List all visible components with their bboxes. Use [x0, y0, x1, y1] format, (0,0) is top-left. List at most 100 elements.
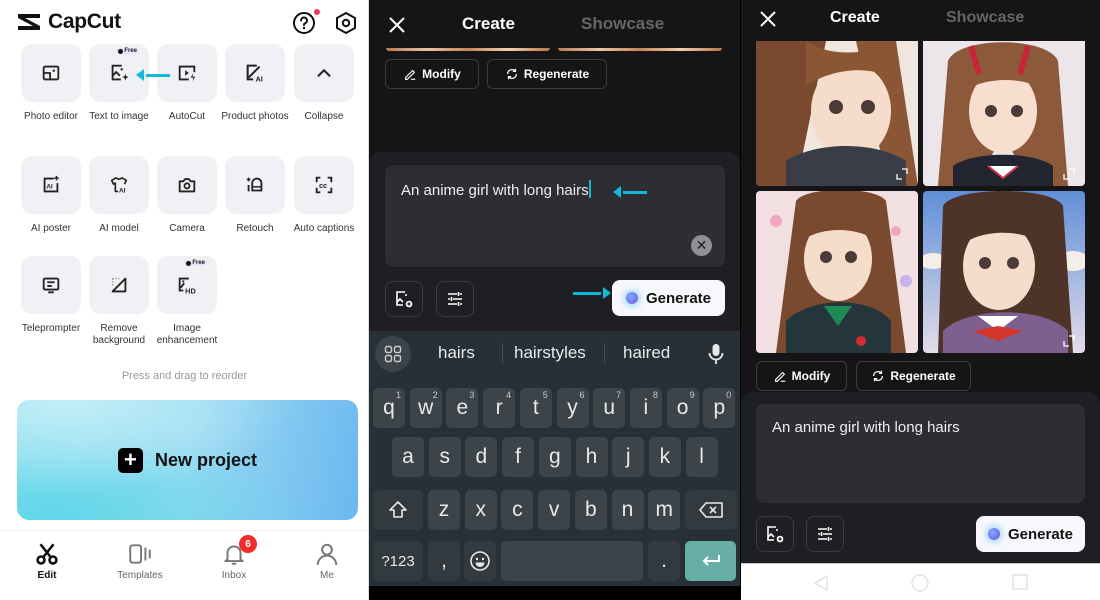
ai-orb-icon [625, 292, 638, 304]
expand-icon[interactable] [1063, 335, 1075, 347]
backspace-key[interactable] [685, 490, 737, 530]
emoji-key[interactable] [464, 541, 496, 581]
add-image-button[interactable] [385, 281, 423, 317]
key-o[interactable]: o9 [666, 388, 699, 428]
settings-icon[interactable] [334, 11, 358, 35]
space-key[interactable] [501, 541, 643, 581]
generated-image-1[interactable] [756, 41, 918, 186]
key-x[interactable]: x [464, 490, 497, 530]
key-h[interactable]: h [575, 437, 608, 477]
key-l[interactable]: l [685, 437, 718, 477]
suggestion-chip[interactable]: hairs [438, 343, 475, 363]
modify-button[interactable]: Modify [385, 59, 479, 89]
help-icon[interactable] [292, 9, 320, 35]
key-r[interactable]: r4 [483, 388, 516, 428]
recents-nav-icon[interactable] [1012, 574, 1028, 590]
generated-image-3[interactable] [756, 191, 918, 353]
close-icon[interactable] [758, 9, 778, 29]
annotation-arrow [136, 69, 170, 81]
scissors-icon [36, 543, 58, 565]
enter-key[interactable] [685, 541, 736, 581]
key-m[interactable]: m [648, 490, 681, 530]
modify-button[interactable]: Modify [756, 361, 847, 391]
tool-product-photos[interactable]: AI [225, 44, 285, 102]
tool-photo-editor[interactable] [21, 44, 81, 102]
regenerate-button[interactable]: Regenerate [487, 59, 607, 89]
generated-image-2[interactable] [923, 41, 1085, 186]
key-q[interactable]: q1 [373, 388, 405, 428]
key-number-hint: 8 [652, 390, 658, 400]
key-v[interactable]: v [538, 490, 571, 530]
key-k[interactable]: k [648, 437, 681, 477]
key-p[interactable]: p0 [703, 388, 736, 428]
microphone-icon[interactable] [706, 342, 726, 366]
key-j[interactable]: j [612, 437, 645, 477]
tab-create[interactable]: Create [462, 14, 515, 34]
teleprompter-icon [42, 277, 60, 294]
generate-button[interactable]: Generate [612, 280, 725, 316]
key-w[interactable]: w2 [409, 388, 442, 428]
tool-teleprompter[interactable] [21, 256, 81, 314]
key-a[interactable]: a [392, 437, 424, 477]
key-g[interactable]: g [538, 437, 571, 477]
period-key[interactable]: . [648, 541, 680, 581]
key-t[interactable]: t5 [519, 388, 552, 428]
add-image-button[interactable] [756, 516, 794, 552]
tab-edit[interactable]: Edit [7, 541, 87, 581]
tool-auto-captions[interactable]: cc [294, 156, 354, 214]
key-y[interactable]: y6 [556, 388, 589, 428]
key-i[interactable]: i8 [629, 388, 662, 428]
system-navigation-bar [741, 563, 1100, 600]
tool-autocut[interactable] [157, 44, 217, 102]
tool-ai-model[interactable]: AI [89, 156, 149, 214]
expand-icon[interactable] [896, 168, 908, 180]
home-nav-icon[interactable] [911, 574, 929, 592]
prompt-input[interactable]: An anime girl with long hairs [385, 165, 725, 267]
key-d[interactable]: d [465, 437, 498, 477]
tool-retouch[interactable] [225, 156, 285, 214]
key-e[interactable]: e3 [446, 388, 479, 428]
key-n[interactable]: n [611, 490, 644, 530]
tab-showcase[interactable]: Showcase [581, 14, 664, 34]
key-number-hint: 3 [469, 390, 475, 400]
tab-create[interactable]: Create [830, 9, 880, 27]
back-nav-icon[interactable] [813, 574, 829, 592]
comma-key[interactable]: , [428, 541, 460, 581]
tool-collapse[interactable] [294, 44, 354, 102]
suggestion-chip[interactable]: haired [623, 343, 670, 363]
tool-camera[interactable] [157, 156, 217, 214]
symbols-key[interactable]: ?123 [373, 541, 423, 581]
product-photos-icon: AI [246, 64, 263, 83]
plus-icon: + [117, 447, 143, 473]
settings-sliders-button[interactable] [806, 516, 844, 552]
expand-icon[interactable] [1063, 168, 1075, 180]
key-number-hint: 2 [432, 390, 438, 400]
generated-image-4[interactable] [923, 191, 1085, 353]
tab-templates[interactable]: Templates [100, 541, 180, 581]
tool-ai-poster[interactable]: AI [21, 156, 81, 214]
tab-label: Edit [37, 570, 57, 581]
key-z[interactable]: z [428, 490, 460, 530]
suggestion-chip[interactable]: hairstyles [514, 343, 586, 363]
new-project-button[interactable]: + New project [17, 400, 358, 520]
clear-input-icon[interactable]: ✕ [691, 235, 712, 256]
tab-inbox[interactable]: 6 Inbox [194, 535, 274, 581]
key-u[interactable]: u7 [593, 388, 626, 428]
key-b[interactable]: b [574, 490, 607, 530]
key-f[interactable]: f [502, 437, 535, 477]
prompt-input[interactable]: An anime girl with long hairs [756, 404, 1085, 503]
settings-sliders-button[interactable] [436, 281, 474, 317]
shift-key[interactable] [373, 490, 423, 530]
tool-remove-background[interactable] [89, 256, 149, 314]
tool-image-enhancement[interactable]: Free HD [157, 256, 217, 314]
regenerate-button[interactable]: Regenerate [856, 361, 971, 391]
keyboard-menu-button[interactable] [375, 336, 411, 372]
tab-showcase[interactable]: Showcase [946, 9, 1024, 27]
tab-me[interactable]: Me [287, 541, 367, 581]
key-s[interactable]: s [428, 437, 461, 477]
key-c[interactable]: c [501, 490, 534, 530]
generate-button[interactable]: Generate [976, 516, 1085, 552]
remove-background-icon [111, 277, 127, 293]
close-icon[interactable] [387, 15, 407, 35]
text-cursor [588, 180, 591, 198]
